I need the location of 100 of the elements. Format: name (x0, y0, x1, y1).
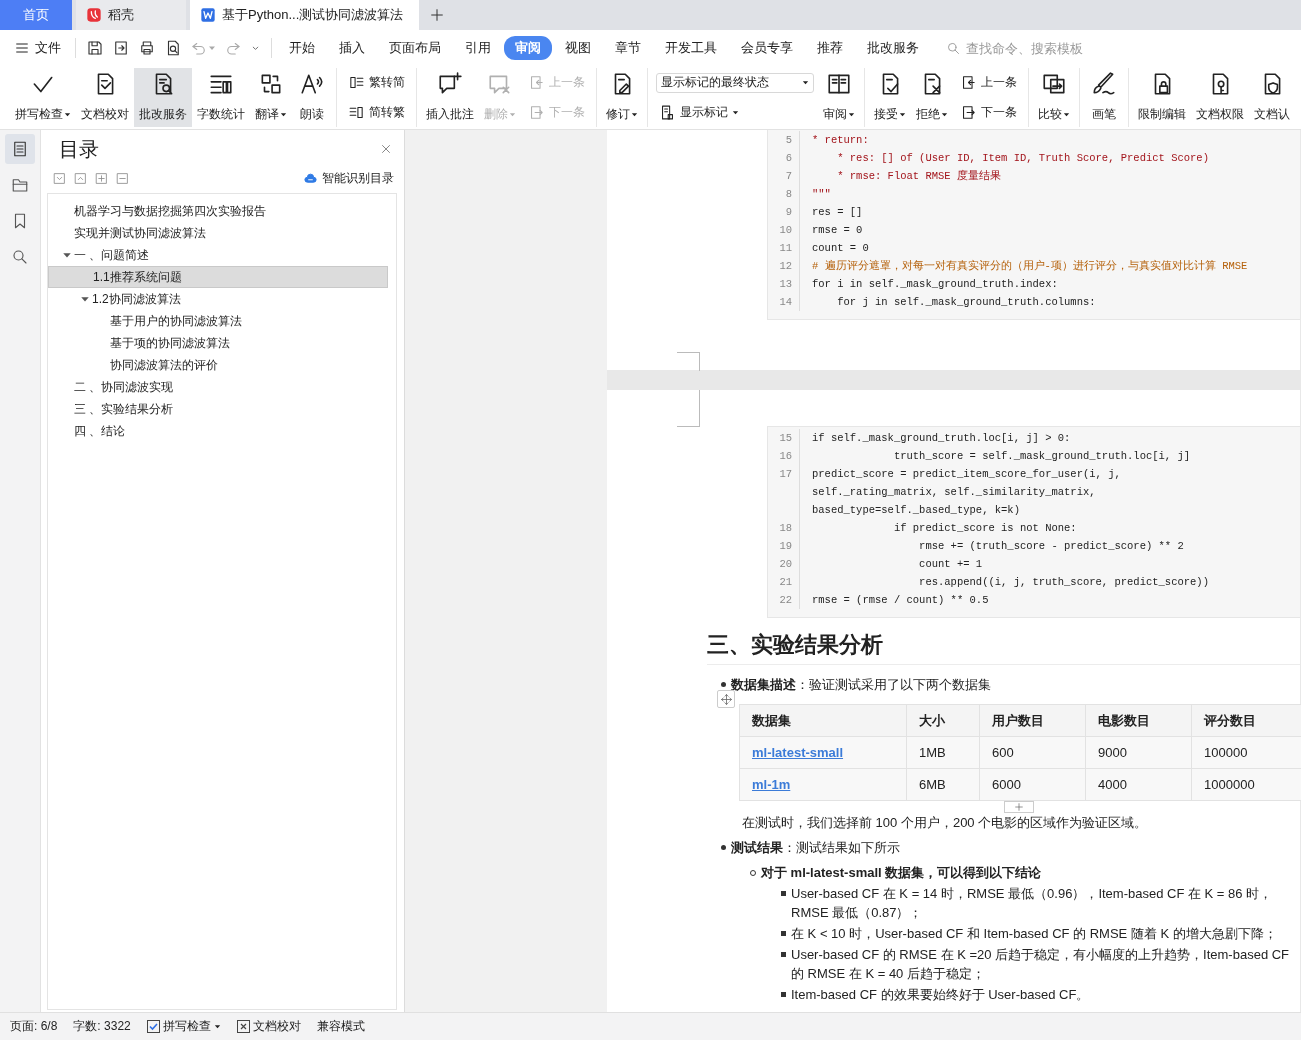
line-number: 15 (768, 429, 800, 447)
tab[interactable]: 首页 (0, 0, 72, 30)
ribbon-tab[interactable]: 推荐 (806, 36, 854, 60)
ribbon-button[interactable]: 繁转简 (345, 72, 408, 94)
plus-icon (1014, 802, 1024, 812)
toc-tool-button[interactable] (95, 172, 108, 185)
code-line: if self._mask_ground_truth.loc[i, j] > 0: (811, 432, 1071, 444)
search-icon (11, 248, 29, 266)
plus-icon (429, 7, 446, 23)
bullet-icon (720, 682, 726, 687)
ribbon-button[interactable]: 上一条 (957, 72, 1020, 94)
ribbon-button[interactable]: 简转繁 (345, 101, 408, 123)
next-comment-icon (960, 103, 977, 121)
menu-icon (14, 40, 30, 56)
table-cell: 6000 (979, 768, 1086, 801)
ribbon-button[interactable]: 文档权限 (1191, 68, 1249, 127)
export-icon (112, 39, 130, 57)
ribbon-tab[interactable]: 会员专享 (730, 36, 804, 60)
toc-item[interactable]: 三 、实验结果分析 (48, 398, 388, 420)
ribbon-tab[interactable]: 页面布局 (378, 36, 452, 60)
bullet-icon (780, 952, 786, 957)
smart-toc-button[interactable]: 智能识别目录 (300, 170, 397, 187)
table-cell: 9000 (1085, 736, 1192, 769)
ribbon-tab[interactable]: 引用 (454, 36, 502, 60)
line-number: 5 (768, 131, 800, 149)
search-icon (946, 40, 961, 56)
caret-icon (899, 111, 906, 118)
table-cell: 100000 (1191, 736, 1301, 769)
ribbon-button[interactable]: 显示标记 (656, 101, 814, 123)
ribbon-button[interactable]: 插入批注 (421, 68, 479, 127)
tab[interactable]: 稻壳 (76, 0, 186, 30)
column-header: 数据集 (739, 704, 907, 737)
ribbon-button[interactable]: 字数统计 (192, 68, 250, 127)
toc-item[interactable]: 四 、结论 (48, 420, 388, 442)
caret-icon (732, 108, 739, 116)
toc-item[interactable]: 基于项的协同滤波算法 (48, 332, 388, 354)
crop-mark (677, 390, 700, 427)
toc-item[interactable]: 机器学习与数据挖掘第四次实验报告 (48, 200, 388, 222)
ribbon-button[interactable]: 朗读 (292, 68, 332, 127)
ribbon-button[interactable]: 画笔 (1084, 68, 1124, 127)
ribbon-button[interactable]: 接受 (869, 68, 911, 127)
caret-icon (631, 111, 638, 118)
ribbon-tab[interactable]: 审阅 (504, 36, 552, 60)
toc-item[interactable]: 二 、协同滤波实现 (48, 376, 388, 398)
collapse-icon (116, 172, 129, 185)
toc-item[interactable]: 实现并测试协同滤波算法 (48, 222, 388, 244)
brush-icon (1091, 71, 1117, 97)
ribbon-button[interactable]: 下一条 (957, 101, 1020, 123)
code-line: based_type=self._based_type, k=k) (811, 504, 1020, 516)
code-line: * rmse: Float RMSE 度量结果 (836, 169, 1001, 183)
code-line: count += 1 (918, 558, 983, 570)
toc-item[interactable]: 1.1推荐系统问题 (48, 266, 388, 288)
toc-item[interactable]: 1.2协同滤波算法 (48, 288, 388, 310)
tab[interactable]: 基于Python...测试协同滤波算法 (190, 0, 420, 30)
caret-icon (941, 111, 948, 118)
table-move-handle[interactable] (717, 690, 735, 708)
ribbon-tab[interactable]: 章节 (604, 36, 652, 60)
ribbon-button[interactable]: 拒绝 (911, 68, 953, 127)
code-line: rmse += (truth_score - predict_score) ** 2 (918, 540, 1184, 552)
line-number: 7 (768, 167, 800, 185)
ribbon-tab[interactable]: 视图 (554, 36, 602, 60)
close-button[interactable] (379, 142, 393, 156)
document-app-icon (200, 7, 216, 23)
collapse-all-icon (74, 172, 87, 185)
expand-all-icon (53, 172, 66, 185)
toc-item[interactable]: 基于用户的协同滤波算法 (48, 310, 388, 332)
toc-tool-button[interactable] (116, 172, 129, 185)
code-line: rmse = (rmse / count) ** 0.5 (811, 594, 989, 606)
ribbon-tab[interactable]: 批改服务 (856, 36, 930, 60)
ribbon-button[interactable]: 文档认 (1249, 68, 1295, 127)
toc-item[interactable]: 一 、问题简述 (48, 244, 388, 266)
ribbon-button[interactable]: 批改服务 (134, 68, 192, 127)
ribbon-button[interactable]: 修订 (601, 68, 643, 127)
file-menu-button[interactable]: 文件 (0, 39, 69, 57)
ribbon-tab[interactable]: 开发工具 (654, 36, 728, 60)
code-line: self._rating_matrix, self._similarity_matrix, (811, 486, 1096, 498)
ribbon-tab[interactable]: 插入 (328, 36, 376, 60)
ribbon-tab[interactable]: 开始 (278, 36, 326, 60)
code-line: * return: (811, 134, 869, 146)
status-toggle[interactable]: 拼写检查 (146, 1018, 221, 1035)
ribbon-button[interactable]: 翻译 (250, 68, 292, 127)
table-cell: 600 (979, 736, 1086, 769)
collapse-caret-icon[interactable] (62, 250, 72, 260)
toc-tool-button[interactable] (53, 172, 66, 185)
toc-tool-button[interactable] (74, 172, 87, 185)
sidebar-button[interactable] (5, 134, 35, 164)
toc-item[interactable]: 协同滤波算法的评价 (48, 354, 388, 376)
ribbon-button[interactable]: 拼写检查 (10, 68, 76, 127)
column-header: 大小 (906, 704, 980, 737)
display-mode-dropdown[interactable]: 显示标记的最终状态 (656, 72, 814, 93)
search-field[interactable]: 查找命令、搜索模板 (946, 39, 1108, 57)
collapse-caret-icon[interactable] (80, 294, 90, 304)
ribbon-button[interactable]: 文档校对 (76, 68, 134, 127)
status-text: 兼容模式 (316, 1018, 365, 1035)
dataset-link[interactable]: ml-1m (752, 777, 791, 792)
ribbon-button[interactable]: 限制编辑 (1133, 68, 1191, 127)
ribbon-button[interactable]: 审阅 (818, 68, 860, 127)
status-text: 字数: 3322 (73, 1018, 131, 1035)
ribbon-button[interactable]: 比较 (1033, 68, 1075, 127)
status-toggle[interactable]: 文档校对 (236, 1018, 301, 1035)
